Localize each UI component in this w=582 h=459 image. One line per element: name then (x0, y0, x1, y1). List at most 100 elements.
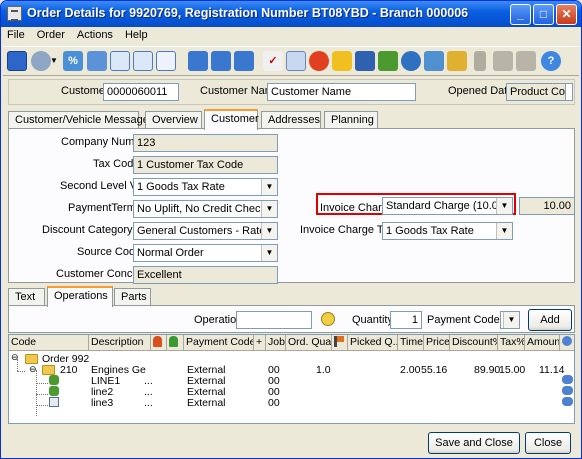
tree-node-code[interactable]: 210 (60, 364, 78, 376)
find-icon[interactable] (110, 51, 130, 71)
tab-addresses[interactable]: Addresses (261, 111, 321, 129)
quantity-field[interactable]: 1 (390, 311, 422, 329)
tab-planning[interactable]: Planning (324, 111, 378, 129)
customer-label: Customer (61, 85, 109, 97)
chevron-down-icon[interactable]: ▼ (503, 312, 519, 328)
vehicle-icon[interactable] (355, 51, 375, 71)
table-icon[interactable] (234, 51, 254, 71)
chevron-down-icon[interactable]: ▼ (496, 223, 512, 239)
clipboard-icon[interactable] (447, 51, 467, 71)
payment-code-select[interactable]: ▼ (500, 311, 520, 329)
tab-customer[interactable]: Customer (204, 109, 259, 130)
tab-operations[interactable]: Operations (47, 286, 113, 307)
print-icon[interactable] (31, 51, 51, 71)
list-icon[interactable] (211, 51, 231, 71)
col-ord-qty[interactable]: Ord. Qua... (286, 335, 332, 351)
col-flag-icon[interactable] (332, 335, 348, 351)
menu-file[interactable]: File (1, 27, 31, 41)
chevron-down-icon[interactable]: ▼ (261, 223, 277, 239)
calculator-icon[interactable] (87, 51, 107, 71)
col-tax[interactable]: Tax% (498, 335, 525, 351)
menu-order[interactable]: Order (31, 27, 71, 41)
payment-terms-select[interactable]: No Uplift, No Credit Check ▼ (133, 200, 278, 218)
close-window-button[interactable]: ✕ (556, 4, 577, 25)
preview-icon[interactable] (133, 51, 153, 71)
customer-tab-panel: Company Number 123 Tax Code 1 Customer T… (8, 128, 575, 284)
product-code-field[interactable] (565, 83, 573, 101)
customer-field[interactable]: 0000060011 (103, 83, 179, 101)
col-discount[interactable]: Discount% (450, 335, 498, 351)
invoice-charge-tax-select[interactable]: 1 Goods Tax Rate ▼ (382, 222, 513, 240)
lookup-icon[interactable] (321, 312, 335, 326)
row-discount: 89.90 (474, 364, 501, 376)
col-amount[interactable]: Amount (525, 335, 560, 351)
tree-connector (36, 370, 37, 416)
customer-name-field[interactable]: Customer Name (267, 83, 416, 101)
header-panel: Customer 0000060011 Customer Name Custom… (8, 79, 575, 105)
car-icon[interactable] (378, 51, 398, 71)
col-price[interactable]: Price (424, 335, 450, 351)
expand-icon[interactable]: ⊖ (11, 352, 19, 363)
minimize-button[interactable]: _ (510, 4, 531, 25)
maximize-button[interactable]: □ (533, 4, 554, 25)
save-icon[interactable] (7, 51, 27, 71)
row-action-icon[interactable] (562, 397, 573, 406)
expand-icon[interactable]: ⊖ (29, 364, 37, 375)
col-person-icon[interactable] (151, 335, 167, 351)
source-code-select[interactable]: Normal Order ▼ (133, 244, 278, 262)
grid-icon[interactable] (188, 51, 208, 71)
add-button[interactable]: Add (528, 309, 572, 331)
row-line-code[interactable]: line3 (91, 397, 113, 409)
edit-check-icon[interactable]: ✓ (263, 51, 283, 71)
close-button[interactable]: Close (525, 432, 571, 454)
menu-help[interactable]: Help (119, 27, 154, 41)
no-entry-icon[interactable] (309, 51, 329, 71)
user-icon[interactable] (401, 51, 421, 71)
invoice-charge-amount: 10.00 (519, 197, 575, 215)
col-code[interactable]: Code (9, 335, 89, 351)
chevron-down-icon[interactable]: ▼ (261, 179, 277, 195)
tab-parts[interactable]: Parts (114, 288, 151, 306)
chevron-down-icon[interactable]: ▼ (496, 198, 512, 214)
users-icon[interactable] (424, 51, 444, 71)
chevron-down-icon[interactable]: ▼ (261, 201, 277, 217)
invoice-charge-select[interactable]: Standard Charge (10.00) ▼ (382, 197, 513, 215)
tab-text[interactable]: Text (8, 288, 45, 306)
col-plus[interactable]: + (254, 335, 266, 351)
opened-date-label: Opened Date (448, 85, 514, 97)
tax-code-field: 1 Customer Tax Code (133, 156, 278, 174)
row-time: 2.00 (400, 364, 421, 376)
tab-customer-vehicle-messages[interactable]: Customer/Vehicle Messages (8, 111, 154, 129)
discount-category-select[interactable]: General Customers - Rate 1 ▼ (133, 222, 278, 240)
col-person-green-icon[interactable] (167, 335, 184, 351)
col-payment-code[interactable]: Payment Code (184, 335, 254, 351)
save-and-close-button[interactable]: Save and Close (428, 432, 520, 454)
col-picked-qty[interactable]: Picked Q... (348, 335, 398, 351)
col-chooser-icon[interactable] (560, 335, 574, 351)
help-icon[interactable]: ? (541, 51, 561, 71)
payment-terms-value: No Uplift, No Credit Check (137, 203, 266, 215)
tree-connector (36, 405, 48, 406)
row-action-icon[interactable] (562, 386, 573, 395)
operations-panel: Operation Quantity 1 Payment Code ▼ Add (8, 305, 575, 333)
percent-icon[interactable]: % (63, 51, 83, 71)
document-icon[interactable] (156, 51, 176, 71)
operation-field[interactable] (236, 311, 312, 329)
chevron-down-icon[interactable]: ▼ (261, 245, 277, 261)
row-action-icon[interactable] (562, 375, 573, 384)
second-level-vat-value: 1 Goods Tax Rate (137, 181, 225, 193)
checklist-icon[interactable] (286, 51, 306, 71)
print-dropdown-icon[interactable]: ▼ (50, 51, 58, 71)
col-job[interactable]: Job (266, 335, 286, 351)
col-description[interactable]: Description (89, 335, 151, 351)
col-time[interactable]: Time (398, 335, 424, 351)
folder-icon[interactable] (332, 51, 352, 71)
tree-connector (36, 394, 48, 395)
document-icon (49, 397, 59, 407)
menu-actions[interactable]: Actions (71, 27, 119, 41)
source-code-label: Source Code (77, 246, 142, 258)
title-bar[interactable]: Order Details for 9920769, Registration … (1, 1, 581, 27)
tab-overview[interactable]: Overview (145, 111, 202, 129)
menu-bar: File Order Actions Help (1, 27, 581, 45)
second-level-vat-select[interactable]: 1 Goods Tax Rate ▼ (133, 178, 278, 196)
